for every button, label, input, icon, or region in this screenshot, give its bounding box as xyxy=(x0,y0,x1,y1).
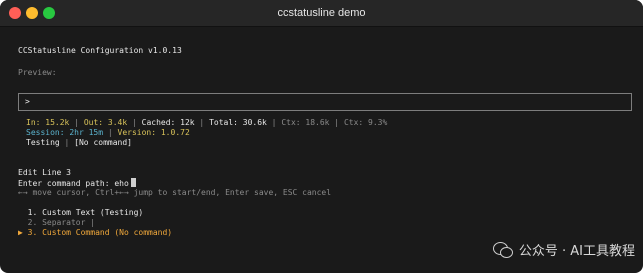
status-sep: | xyxy=(127,118,142,127)
status-sep: | xyxy=(329,118,344,127)
status-line-1: In: 15.2k | Out: 3.4k | Cached: 12k | To… xyxy=(26,118,387,128)
status-version: Version: 1.0.72 xyxy=(117,128,190,137)
preview-box: > xyxy=(18,93,632,111)
status-custom-command: [No command] xyxy=(74,138,132,147)
command-path-input[interactable]: eho xyxy=(114,179,128,188)
status-custom-text: Testing xyxy=(26,138,60,147)
preview-label: Preview: xyxy=(18,68,57,77)
status-out: Out: 3.4k xyxy=(83,118,128,127)
watermark: 公众号 · AI工具教程 xyxy=(492,240,635,259)
prompt-symbol: > xyxy=(25,97,30,106)
window-title: ccstatusline demo xyxy=(277,7,366,19)
status-line-3: Testing | [No command] xyxy=(26,138,132,148)
terminal-window: ccstatusline demo CCStatusline Configura… xyxy=(0,0,643,273)
status-sep: | xyxy=(59,138,75,147)
list-item-selected[interactable]: ▶ 3. Custom Command (No command) xyxy=(18,228,172,238)
wechat-icon xyxy=(492,241,513,258)
status-sep: | xyxy=(266,118,282,127)
status-cached: Cached: 12k xyxy=(141,118,195,127)
list-item[interactable]: 2. Separator | xyxy=(18,218,95,228)
status-sep: | xyxy=(194,118,210,127)
text-cursor xyxy=(130,178,136,187)
status-ctx-percent: Ctx: 9.3% xyxy=(343,118,388,127)
status-session: Session: 2hr 15m xyxy=(26,128,104,137)
app-title: CCStatusline Configuration v1.0.13 xyxy=(18,46,182,55)
title-bar: ccstatusline demo xyxy=(0,0,643,27)
status-in: In: 15.2k xyxy=(26,118,70,127)
edit-heading: Edit Line 3 xyxy=(18,168,71,177)
watermark-text: 公众号 · AI工具教程 xyxy=(518,244,635,259)
terminal-content[interactable]: CCStatusline Configuration v1.0.13 Previ… xyxy=(0,27,643,273)
editor-help: ←→ move cursor, Ctrl+←→ jump to start/en… xyxy=(18,188,332,197)
status-sep: | xyxy=(103,128,118,137)
status-ctx-length: Ctx: 18.6k xyxy=(281,118,330,127)
list-item[interactable]: 1. Custom Text (Testing) xyxy=(18,208,144,218)
status-total: Total: 30.6k xyxy=(209,118,267,127)
command-path-label: Enter command path: xyxy=(18,179,115,188)
status-line-2: Session: 2hr 15m | Version: 1.0.72 xyxy=(26,128,190,138)
status-sep: | xyxy=(69,118,84,127)
